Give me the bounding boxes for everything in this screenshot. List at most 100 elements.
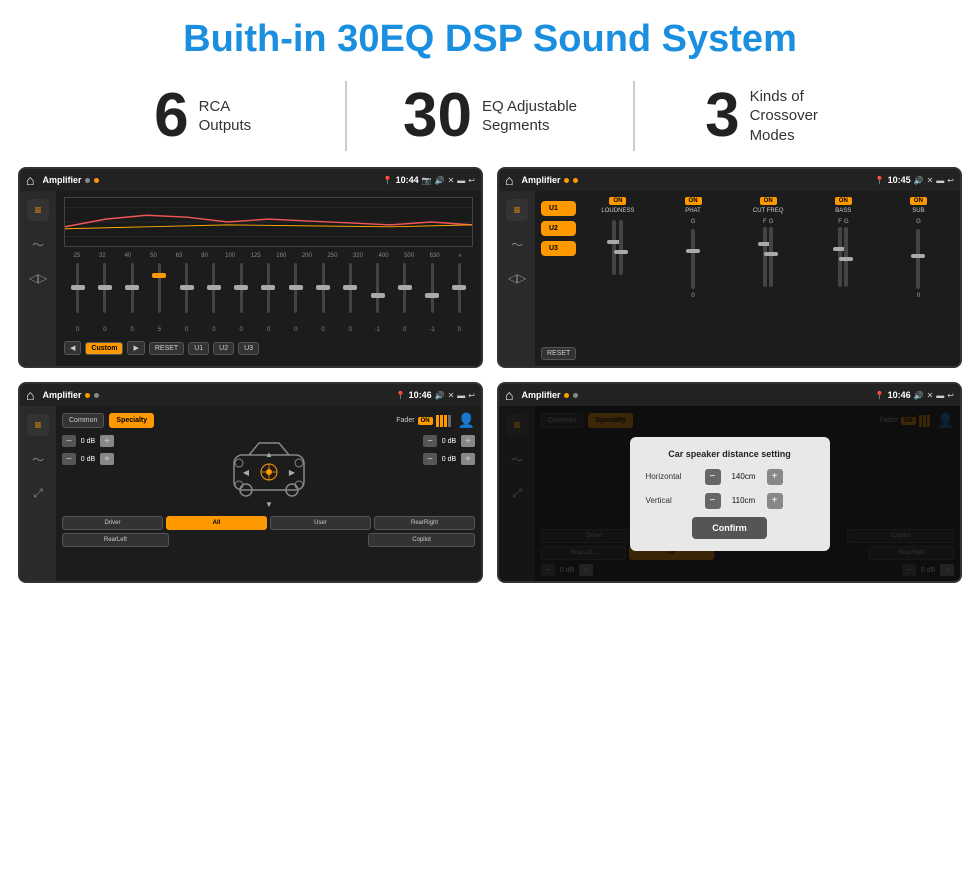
cutfreq-slider-g[interactable] xyxy=(769,227,773,287)
effects-screen-title: Amplifier xyxy=(521,175,560,185)
slider-12[interactable] xyxy=(391,263,418,323)
confirm-button[interactable]: Confirm xyxy=(692,517,767,539)
db-minus-2[interactable]: − xyxy=(423,435,437,447)
bass-slider-g[interactable] xyxy=(844,227,848,287)
nav-expand-icon[interactable]: ⤢ xyxy=(27,482,49,504)
loudness-on[interactable]: ON xyxy=(609,197,626,205)
home-icon-2[interactable]: ⌂ xyxy=(505,172,513,188)
phat-on[interactable]: ON xyxy=(685,197,702,205)
slider-6[interactable] xyxy=(228,263,255,323)
sub-col: ON SUB G 0 xyxy=(883,197,954,360)
copilot-btn[interactable]: Copilot xyxy=(368,533,475,547)
loudness-slider-1[interactable] xyxy=(612,220,616,275)
crossover-screen-body: ≡ 〜 ⤢ Common Specialty Fader ON xyxy=(20,406,481,581)
slider-7[interactable] xyxy=(255,263,282,323)
vertical-plus-btn[interactable]: + xyxy=(767,493,783,509)
minimize-icon-4: ▬ xyxy=(936,391,944,400)
fader-on-btn[interactable]: ON xyxy=(418,417,433,425)
slider-10[interactable] xyxy=(337,263,364,323)
slider-4[interactable] xyxy=(173,263,200,323)
horizontal-minus-btn[interactable]: − xyxy=(705,469,721,485)
sub-on[interactable]: ON xyxy=(910,197,927,205)
page-title: Buith-in 30EQ DSP Sound System xyxy=(0,0,980,71)
val-6: 0 xyxy=(228,327,255,333)
rearleft-btn[interactable]: RearLeft xyxy=(62,533,169,547)
specialty-tab[interactable]: Specialty xyxy=(109,413,154,428)
driver-btn[interactable]: Driver xyxy=(62,516,163,530)
db-minus-0[interactable]: − xyxy=(62,435,76,447)
slider-5[interactable] xyxy=(200,263,227,323)
location-icon-4: 📍 xyxy=(875,391,885,400)
all-btn[interactable]: All xyxy=(166,516,267,530)
slider-1[interactable] xyxy=(91,263,118,323)
cutfreq-label: CUT FREQ xyxy=(753,208,784,214)
slider-11[interactable] xyxy=(364,263,391,323)
nav-wave-icon-3[interactable]: 〜 xyxy=(27,448,49,470)
slider-9[interactable] xyxy=(309,263,336,323)
eq-reset-btn[interactable]: RESET xyxy=(149,342,184,355)
home-icon[interactable]: ⌂ xyxy=(26,172,34,188)
stat-number-eq: 30 xyxy=(403,85,472,147)
loudness-col: ON LOUDNESS xyxy=(582,197,653,360)
bass-on[interactable]: ON xyxy=(835,197,852,205)
eq-custom-btn[interactable]: Custom xyxy=(85,342,123,355)
vertical-value: 110cm xyxy=(724,496,764,505)
slider-8[interactable] xyxy=(282,263,309,323)
common-tab[interactable]: Common xyxy=(62,413,104,428)
eq-u1-btn[interactable]: U1 xyxy=(188,342,209,355)
eq-screen-body: ≡ 〜 ◁▷ xyxy=(20,191,481,366)
horizontal-plus-btn[interactable]: + xyxy=(767,469,783,485)
dialog-vertical-row: Vertical − 110cm + xyxy=(646,493,814,509)
db-minus-1[interactable]: − xyxy=(62,453,76,465)
db-minus-3[interactable]: − xyxy=(423,453,437,465)
preset-u2-btn[interactable]: U2 xyxy=(541,221,576,236)
slider-3[interactable] xyxy=(146,263,173,323)
nav-wave-icon[interactable]: 〜 xyxy=(27,233,49,255)
effects-reset-btn[interactable]: RESET xyxy=(541,347,576,360)
nav-eq-icon[interactable]: ≡ xyxy=(27,199,49,221)
preset-u1-btn[interactable]: U1 xyxy=(541,201,576,216)
horizontal-ctrl: − 140cm + xyxy=(705,469,783,485)
nav-wave-icon-2[interactable]: 〜 xyxy=(506,233,528,255)
val-9: 0 xyxy=(309,327,336,333)
eq-graph xyxy=(64,197,473,247)
db-plus-3[interactable]: + xyxy=(461,453,475,465)
nav-volume-icon[interactable]: ◁▷ xyxy=(27,267,49,289)
sub-slider[interactable] xyxy=(916,229,920,289)
back-icon-3[interactable]: ↩ xyxy=(468,391,475,400)
nav-eq-icon-2[interactable]: ≡ xyxy=(506,199,528,221)
profile-icon[interactable]: 👤 xyxy=(458,412,475,429)
crossover-screen-title: Amplifier xyxy=(42,390,81,400)
minimize-icon-2: ▬ xyxy=(936,176,944,185)
eq-play-btn[interactable]: ▶ xyxy=(127,341,144,355)
preset-u3-btn[interactable]: U3 xyxy=(541,241,576,256)
cutfreq-on[interactable]: ON xyxy=(760,197,777,205)
eq-u2-btn[interactable]: U2 xyxy=(213,342,234,355)
back-icon-4[interactable]: ↩ xyxy=(947,391,954,400)
nav-eq-icon-3[interactable]: ≡ xyxy=(27,414,49,436)
back-icon-2[interactable]: ↩ xyxy=(947,176,954,185)
slider-0[interactable] xyxy=(64,263,91,323)
phat-slider[interactable] xyxy=(691,229,695,289)
back-icon[interactable]: ↩ xyxy=(468,176,475,185)
db-plus-1[interactable]: + xyxy=(100,453,114,465)
eq-prev-btn[interactable]: ◀ xyxy=(64,341,81,355)
db-plus-2[interactable]: + xyxy=(461,435,475,447)
nav-volume-icon-2[interactable]: ◁▷ xyxy=(506,267,528,289)
slider-13[interactable] xyxy=(418,263,445,323)
db-plus-0[interactable]: + xyxy=(100,435,114,447)
cutfreq-slider-f[interactable] xyxy=(763,227,767,287)
user-btn[interactable]: User xyxy=(270,516,371,530)
home-icon-3[interactable]: ⌂ xyxy=(26,387,34,403)
rearright-btn[interactable]: RearRight xyxy=(374,516,475,530)
home-icon-4[interactable]: ⌂ xyxy=(505,387,513,403)
vertical-minus-btn[interactable]: − xyxy=(705,493,721,509)
slider-2[interactable] xyxy=(119,263,146,323)
slider-14[interactable] xyxy=(446,263,473,323)
loudness-label: LOUDNESS xyxy=(601,208,634,214)
fader-bar-2 xyxy=(440,415,443,427)
freq-more: » xyxy=(447,253,473,259)
loudness-slider-2[interactable] xyxy=(619,220,623,275)
eq-u3-btn[interactable]: U3 xyxy=(238,342,259,355)
svg-text:▶: ▶ xyxy=(288,468,295,477)
